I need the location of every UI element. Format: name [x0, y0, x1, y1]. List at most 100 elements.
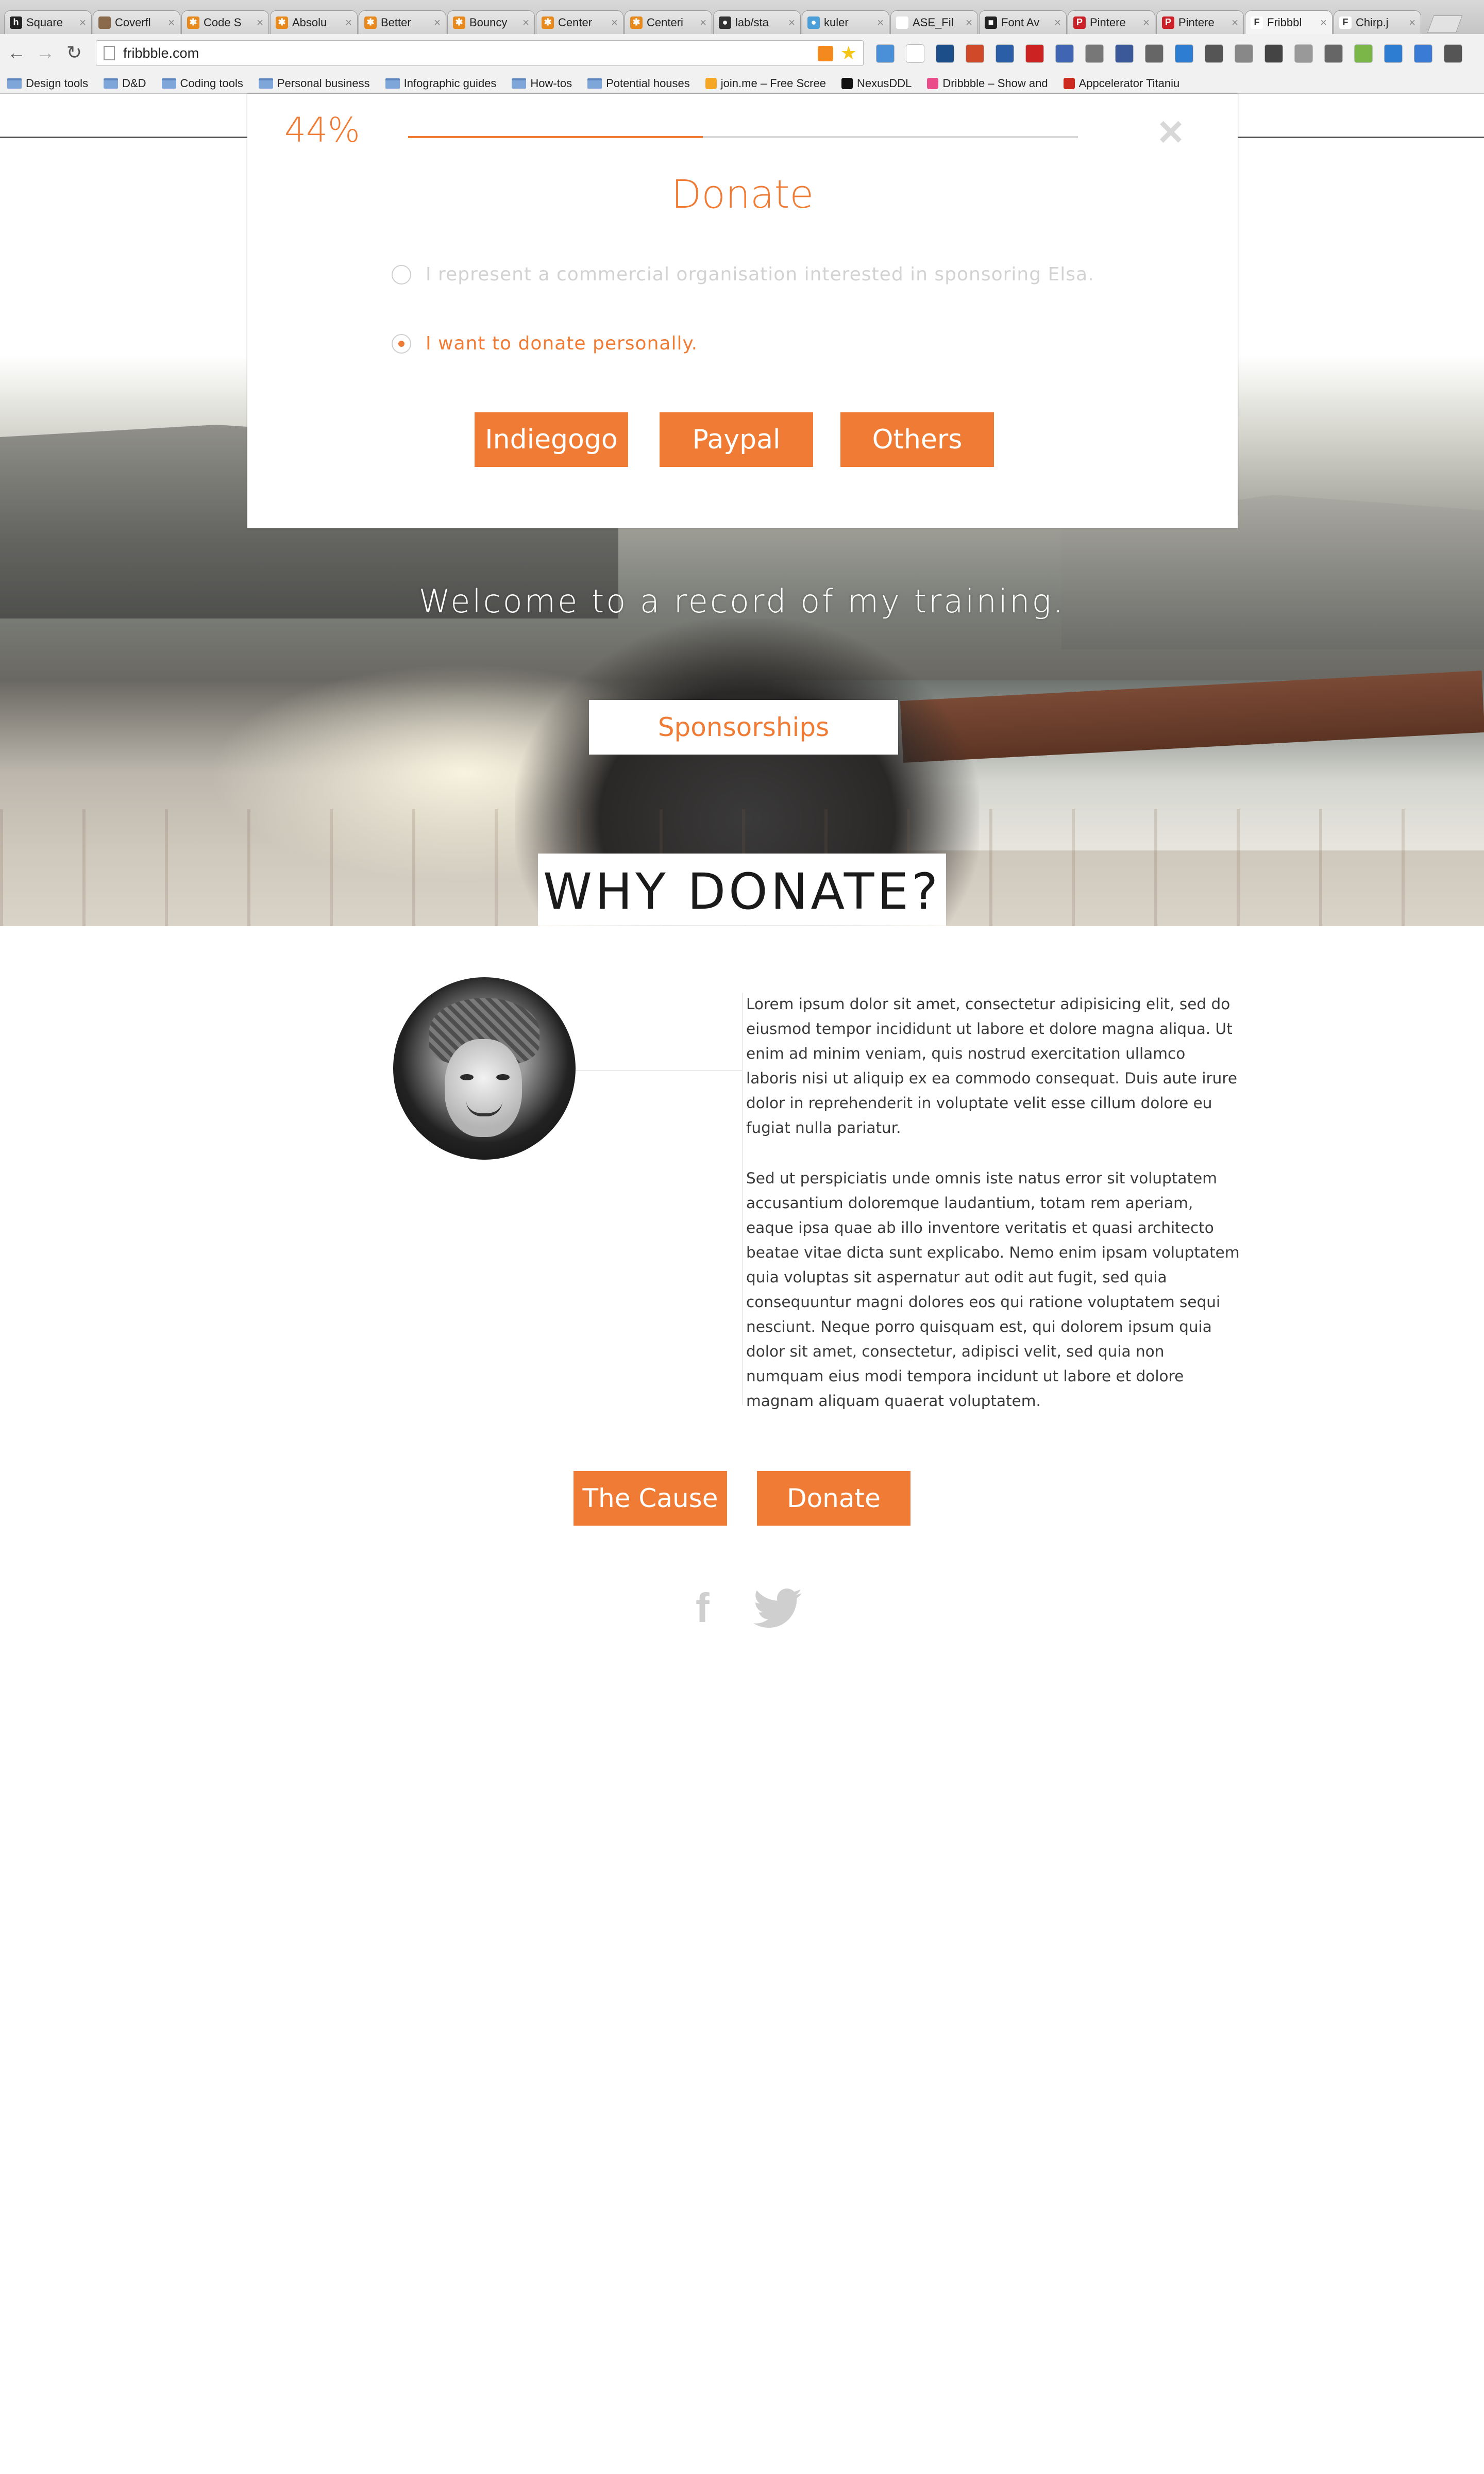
paypal-button[interactable]: Paypal [660, 412, 813, 467]
extension-icon[interactable] [936, 44, 954, 63]
radio-commercial[interactable] [392, 264, 411, 285]
extension-icon[interactable] [1085, 44, 1104, 63]
extension-icon[interactable] [1384, 44, 1403, 63]
browser-tab[interactable]: ● kuler × [802, 10, 889, 34]
tab-close-icon[interactable]: × [1409, 16, 1415, 29]
extension-icon[interactable] [1145, 44, 1163, 63]
browser-tab[interactable]: ● lab/sta × [713, 10, 801, 34]
extension-icon[interactable] [1354, 44, 1373, 63]
tab-close-icon[interactable]: × [345, 16, 352, 29]
new-tab-button[interactable] [1427, 15, 1463, 33]
twitter-icon[interactable] [753, 1589, 803, 1630]
site-icon [841, 77, 853, 89]
bookmark-star-icon[interactable]: ★ [840, 42, 857, 64]
browser-tab[interactable]: ✱ Better × [359, 10, 446, 34]
browser-tab[interactable]: h Square × [4, 10, 92, 34]
radio-personal[interactable] [392, 333, 411, 354]
site-icon [1063, 77, 1075, 89]
folder-icon [385, 78, 400, 89]
bookmark-label: join.me – Free Scree [720, 76, 826, 90]
tab-close-icon[interactable]: × [1054, 16, 1061, 29]
close-icon[interactable]: × [1153, 110, 1189, 153]
sponsorships-button[interactable]: Sponsorships [589, 700, 898, 755]
browser-tab[interactable]: F Chirp.j × [1334, 10, 1421, 34]
bookmark-label: Personal business [277, 76, 370, 90]
bookmark-folder[interactable]: Personal business [258, 76, 370, 90]
indiegogo-button[interactable]: Indiegogo [475, 412, 628, 467]
browser-tab[interactable]: ✱ Bouncy × [447, 10, 535, 34]
donate-button[interactable]: Donate [757, 1471, 910, 1526]
bookmark-folder[interactable]: How-tos [512, 77, 572, 90]
bookmark-link[interactable]: join.me – Free Scree [705, 77, 826, 90]
tab-label: Better [381, 15, 411, 29]
tab-favicon-icon: ✱ [542, 16, 554, 29]
extension-icon[interactable] [1115, 44, 1134, 63]
tab-favicon-icon: P [1162, 16, 1174, 29]
tab-close-icon[interactable]: × [79, 16, 86, 29]
extension-icon[interactable] [1324, 44, 1343, 63]
browser-tab[interactable]: F Fribbbl × [1245, 10, 1333, 34]
tab-close-icon[interactable]: × [168, 16, 175, 29]
tab-favicon-icon: ✱ [453, 16, 465, 29]
bookmark-folder[interactable]: Coding tools [161, 76, 243, 90]
tab-close-icon[interactable]: × [788, 16, 795, 29]
the-cause-button[interactable]: The Cause [574, 1471, 727, 1526]
facebook-icon[interactable]: f [696, 1587, 710, 1629]
bookmark-link[interactable]: NexusDDL [841, 77, 912, 90]
tab-close-icon[interactable]: × [257, 16, 263, 29]
extension-icon[interactable] [876, 44, 895, 63]
tab-close-icon[interactable]: × [966, 16, 972, 29]
extension-icon[interactable] [1175, 44, 1193, 63]
browser-tab[interactable]: ✱ Code S × [181, 10, 269, 34]
tab-close-icon[interactable]: × [700, 16, 706, 29]
tab-label: Square [26, 15, 63, 29]
tab-close-icon[interactable]: × [611, 16, 618, 29]
tab-close-icon[interactable]: × [877, 16, 884, 29]
bookmark-folder[interactable]: D&D [104, 77, 146, 90]
tab-favicon-icon: ● [807, 16, 820, 29]
others-button[interactable]: Others [840, 412, 994, 467]
tab-close-icon[interactable]: × [1143, 16, 1150, 29]
browser-tab[interactable]: ■ Font Av × [979, 10, 1067, 34]
extension-icon[interactable] [1235, 44, 1253, 63]
browser-tab[interactable]: P Pintere × [1156, 10, 1244, 34]
extension-icon[interactable] [1264, 44, 1283, 63]
browser-tab[interactable]: ✱ Absolu × [270, 10, 358, 34]
bookmark-folder[interactable]: Design tools [7, 77, 88, 90]
extension-icon[interactable] [906, 44, 924, 63]
bookmark-folder[interactable]: Potential houses [587, 77, 690, 90]
reload-icon[interactable]: ↻ [63, 41, 86, 64]
tab-close-icon[interactable]: × [1232, 16, 1238, 29]
extension-icon[interactable] [1205, 44, 1223, 63]
extension-icon[interactable] [1444, 44, 1462, 63]
extension-icon[interactable] [996, 44, 1014, 63]
browser-tab[interactable]: ✱ Centeri × [625, 10, 712, 34]
tab-close-icon[interactable]: × [1320, 16, 1327, 29]
extension-icon[interactable] [1414, 44, 1432, 63]
tab-label: Font Av [1001, 15, 1040, 29]
tab-favicon-icon: ✱ [187, 16, 199, 29]
facebook-glyph: f [696, 1585, 710, 1631]
extension-icon[interactable] [966, 44, 984, 63]
bookmark-link[interactable]: Appcelerator Titaniu [1063, 77, 1179, 90]
tab-close-icon[interactable]: × [434, 16, 441, 29]
browser-tab[interactable]: ASE_Fil × [890, 10, 978, 34]
bookmark-link[interactable]: Dribbble – Show and [927, 77, 1048, 90]
tab-close-icon[interactable]: × [522, 16, 529, 29]
option-commercial[interactable]: I represent a commercial organisation in… [392, 264, 1094, 285]
extension-icon[interactable] [1294, 44, 1313, 63]
avatar-eye-right [496, 1074, 510, 1080]
address-bar[interactable]: fribbble.com ★ [96, 40, 864, 66]
bookmark-label: Coding tools [180, 76, 243, 90]
back-icon[interactable]: ← [5, 41, 28, 64]
extension-icon[interactable] [1025, 44, 1044, 63]
rss-icon[interactable] [818, 46, 833, 61]
option-personal[interactable]: I want to donate personally. [392, 333, 698, 354]
bio-text: Lorem ipsum dolor sit amet, consectetur … [746, 992, 1241, 1439]
browser-tab[interactable]: ✱ Center × [536, 10, 623, 34]
extension-icon[interactable] [1055, 44, 1074, 63]
bookmark-folder[interactable]: Infographic guides [385, 77, 496, 90]
browser-tab[interactable]: P Pintere × [1068, 10, 1155, 34]
browser-tab[interactable]: Coverfl × [93, 10, 180, 34]
forward-icon[interactable]: → [34, 41, 57, 64]
